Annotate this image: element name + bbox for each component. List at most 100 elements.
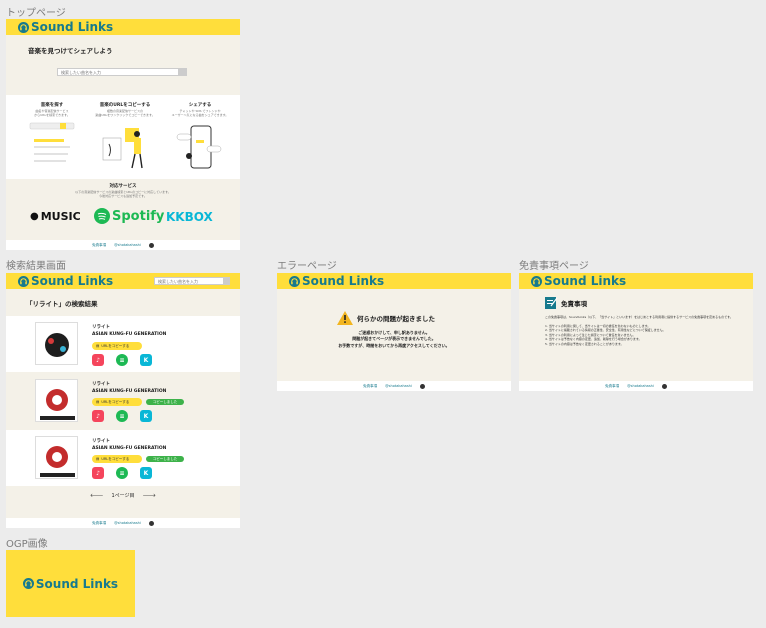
feature-share: シェアする チャットや SNS でフレンドや ユーザーへ気になる曲をシェアできま…: [166, 102, 234, 176]
feature-find: 音楽を探す 曲名や音楽配信サービス からURLを検索できます。: [20, 102, 84, 175]
album-art-icon: [36, 437, 77, 478]
page-indicator: 1ページ目: [111, 493, 135, 499]
kkbox-label: KKBOX: [166, 210, 213, 224]
album-art: [35, 379, 78, 422]
copy-url-button[interactable]: ▤ URLをコピーする: [92, 398, 142, 406]
header-search-button[interactable]: [223, 278, 229, 284]
features-section: 音楽を探す 曲名や音楽配信サービス からURLを検索できます。 音楽のURLをコ…: [6, 95, 240, 179]
track-title: リライト: [92, 382, 110, 387]
disclaimer-heading: 免責事項: [545, 296, 587, 309]
apple-music-icon[interactable]: ♪: [92, 354, 104, 366]
copy-icon: ▤: [96, 457, 100, 461]
next-page-icon[interactable]: 🡒: [143, 493, 156, 499]
headphone-icon: [22, 578, 34, 589]
footer-disclaimer-link[interactable]: 免責事項: [92, 243, 106, 248]
search-button[interactable]: [178, 69, 186, 75]
footer-disclaimer-link[interactable]: 免責事項: [92, 521, 106, 526]
copied-toast: コピーしました: [146, 399, 184, 405]
header: Sound Links: [6, 19, 240, 35]
track-artist: ASIAN KUNG-FU GENERATION: [92, 446, 167, 451]
footer: 免責事項 @shotakahashi: [519, 381, 753, 391]
kkbox-icon[interactable]: K: [140, 354, 152, 366]
error-message: ご迷惑おかけして、申し訳ありません。 問題が起きてページが表示できませんでした。…: [277, 330, 511, 349]
services-section: 対応サービス 以下の音楽配信サービスの楽曲検索とURLのコピーに対応しています。…: [6, 183, 240, 199]
frame-title-error: エラーページ: [277, 261, 337, 272]
disclaimer-title: 免責事項: [561, 299, 587, 308]
track-info: リライト ASIAN KUNG-FU GENERATION: [92, 381, 166, 394]
copy-url-label: URLをコピーする: [101, 399, 130, 404]
hero-title: 音楽を見つけてシェアしよう: [28, 47, 113, 55]
ogp-logo: Sound Links: [22, 576, 119, 591]
search-input[interactable]: [58, 69, 178, 75]
kkbox-icon[interactable]: K: [140, 467, 152, 479]
copy-url-button[interactable]: ▤ URLをコピーする: [92, 342, 142, 350]
kkbox-icon[interactable]: K: [140, 410, 152, 422]
github-icon[interactable]: [148, 242, 154, 248]
track-artist: ASIAN KUNG-FU GENERATION: [92, 332, 167, 337]
headphone-icon: [531, 275, 542, 287]
footer: 免責事項 @shotakahashi: [277, 381, 511, 391]
spotify-icon[interactable]: ≡: [116, 354, 128, 366]
track-title: リライト: [92, 439, 110, 444]
feature-copy: 音楽のURLをコピーする 複数の音楽配信サービスの 楽曲URLをワンクリックでコ…: [90, 102, 160, 176]
services-desc: 以下の音楽配信サービスの楽曲検索とURLのコピーに対応しています。 今後対応サー…: [75, 190, 171, 198]
service-buttons: ♪ ≡ K: [92, 410, 152, 422]
result-row: リライト ASIAN KUNG-FU GENERATION ▤ URLをコピーす…: [6, 373, 240, 429]
search-page-frame: Sound Links 「リライト」の検索結果 リライト ASIAN KUNG-…: [6, 273, 240, 528]
spotify-icon[interactable]: ≡: [116, 410, 128, 422]
error-page-frame: Sound Links 何らかの問題が起きました ご迷惑おかけして、申し訳ありま…: [277, 273, 511, 391]
github-icon[interactable]: [661, 383, 667, 389]
find-illustration-icon: [29, 122, 75, 162]
album-art: [35, 436, 78, 479]
header: Sound Links: [519, 273, 753, 289]
logo-text: Sound Links: [31, 20, 114, 34]
track-info: リライト ASIAN KUNG-FU GENERATION: [92, 324, 166, 337]
feature-desc: 曲名や音楽配信サービス からURLを検索できます。: [34, 109, 70, 117]
search-results-title: 「リライト」の検索結果: [26, 300, 98, 308]
frame-title-disclaimer: 免責事項ページ: [519, 261, 589, 272]
apple-music-logo: ● MUSIC: [30, 210, 81, 223]
footer-author-link[interactable]: @shotakahashi: [627, 384, 654, 388]
ogp-logo-text: Sound Links: [35, 576, 119, 591]
feature-desc: チャットや SNS でフレンドや ユーザーへ気になる曲をシェアできます。: [171, 109, 229, 117]
site-logo[interactable]: Sound Links: [531, 274, 626, 288]
site-logo[interactable]: Sound Links: [289, 274, 384, 288]
frame-title-top: トップページ: [6, 8, 66, 19]
frame-title-search: 検索結果画面: [6, 261, 66, 272]
copy-illustration-icon: [102, 127, 143, 168]
copy-url-button[interactable]: ▤ URLをコピーする: [92, 455, 142, 463]
header-search-input[interactable]: [155, 278, 223, 284]
footer-disclaimer-link[interactable]: 免責事項: [605, 384, 619, 389]
apple-music-icon[interactable]: ♪: [92, 410, 104, 422]
search-box: [57, 68, 187, 76]
disclaimer-list: 1. 当サイトの利用に関して、当サイトは一切の責任を負わないものとします。 2.…: [545, 324, 739, 347]
footer: 免責事項 @shotakahashi: [6, 240, 240, 250]
track-artist: ASIAN KUNG-FU GENERATION: [92, 389, 167, 394]
footer-author-link[interactable]: @shotakahashi: [114, 243, 141, 247]
headphone-icon: [18, 275, 29, 287]
copy-icon: ▤: [96, 400, 100, 404]
frame-title-ogp: OGP画像: [6, 539, 48, 550]
apple-music-icon[interactable]: ♪: [92, 467, 104, 479]
top-page-frame: Sound Links 音楽を見つけてシェアしよう 音楽を探す 曲名や音楽配信サ…: [6, 19, 240, 250]
prev-page-icon[interactable]: 🡐: [90, 493, 103, 499]
github-icon[interactable]: [148, 520, 154, 526]
header: Sound Links: [277, 273, 511, 289]
error-line: お手数ですが、時間をおいてから再度アクセスしてください。: [338, 342, 450, 348]
footer-disclaimer-link[interactable]: 免責事項: [363, 384, 377, 389]
headphone-icon: [18, 21, 29, 33]
site-logo[interactable]: Sound Links: [18, 274, 113, 288]
logo-text: Sound Links: [544, 274, 627, 288]
site-logo[interactable]: Sound Links: [18, 20, 113, 34]
disclaimer-body: この免責事項は、SoundLinks（以下、「当サイト」といいます）をはじめとす…: [545, 315, 739, 346]
disclaimer-page-frame: Sound Links 免責事項 この免責事項は、SoundLinks（以下、「…: [519, 273, 753, 391]
album-art-icon: [36, 380, 77, 421]
spotify-icon[interactable]: ≡: [116, 467, 128, 479]
feature-title: シェアする: [188, 103, 212, 108]
github-icon[interactable]: [419, 383, 425, 389]
share-illustration-icon: [176, 125, 222, 169]
headphone-icon: [289, 275, 300, 287]
footer-author-link[interactable]: @shotakahashi: [385, 384, 412, 388]
service-buttons: ♪ ≡ K: [92, 354, 152, 366]
footer-author-link[interactable]: @shotakahashi: [114, 521, 141, 525]
